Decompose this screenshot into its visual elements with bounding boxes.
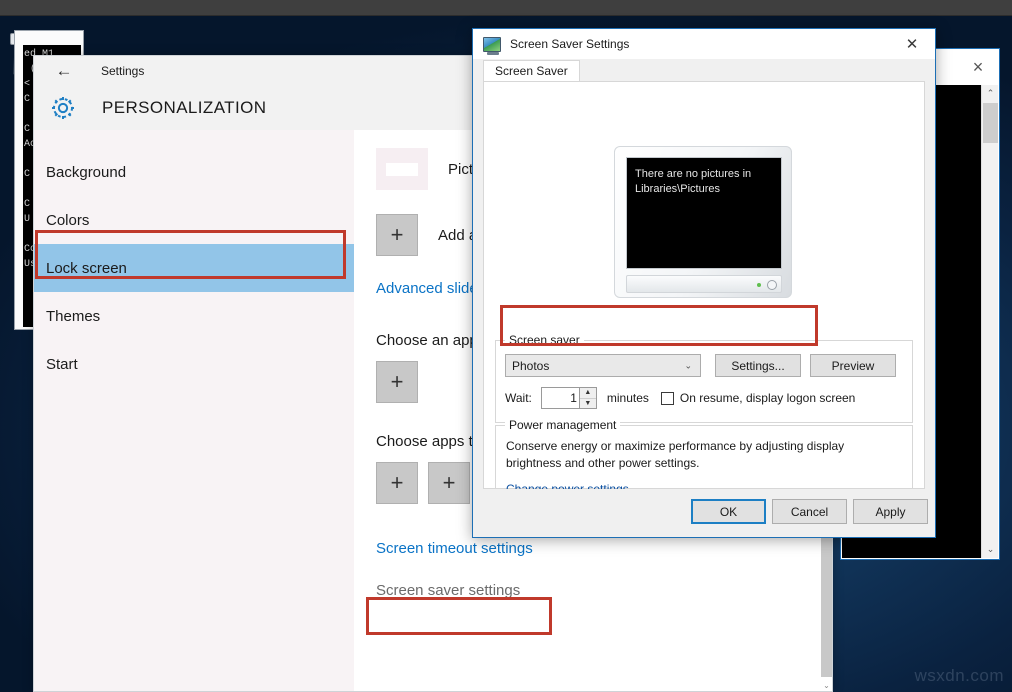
screen-saver-settings-dialog: Screen Saver Settings ✕ Screen Saver The…	[472, 28, 936, 538]
top-system-bar	[0, 0, 1012, 16]
dialog-tabstrip: Screen Saver	[473, 59, 935, 81]
scroll-down-icon[interactable]: ⌄	[821, 677, 832, 692]
stepper-buttons[interactable]: ▲ ▼	[579, 388, 596, 408]
settings-button[interactable]: Settings...	[715, 354, 801, 377]
screen-saver-selected-value: Photos	[512, 359, 549, 373]
choose-apps-tile-2[interactable]: +	[428, 462, 470, 504]
apply-button[interactable]: Apply	[853, 499, 928, 524]
screen-saver-dropdown[interactable]: Photos ⌄	[505, 354, 701, 377]
on-resume-checkbox[interactable]	[661, 392, 674, 405]
sidebar-item-label: Colors	[46, 212, 89, 229]
dialog-title: Screen Saver Settings	[510, 37, 629, 51]
wait-value: 1	[570, 391, 577, 405]
scroll-down-icon[interactable]: ⌄	[982, 541, 999, 558]
sidebar-item-label: Start	[46, 356, 78, 373]
close-icon[interactable]: ×	[967, 56, 989, 78]
chevron-down-icon: ⌄	[684, 360, 692, 371]
sidebar-item-background[interactable]: Background	[34, 148, 354, 196]
preview-button[interactable]: Preview	[810, 354, 896, 377]
dialog-tabpage: There are no pictures in Libraries\Pictu…	[483, 81, 925, 489]
wait-minutes-stepper[interactable]: 1 ▲ ▼	[541, 387, 597, 409]
add-picture-button[interactable]: +	[376, 214, 418, 256]
gear-icon	[48, 93, 78, 123]
back-arrow-icon[interactable]: ←	[51, 60, 77, 82]
preview-message: There are no pictures in Libraries\Pictu…	[626, 157, 782, 269]
screen-saver-settings-link[interactable]: Screen saver settings	[376, 582, 520, 599]
page-title: PERSONALIZATION	[102, 98, 266, 118]
plus-icon: +	[391, 369, 404, 395]
ok-button[interactable]: OK	[691, 499, 766, 524]
advanced-slideshow-link[interactable]: Advanced slide	[376, 280, 478, 297]
picture-thumbnail[interactable]	[376, 148, 428, 190]
choose-apps-tile-1[interactable]: +	[376, 462, 418, 504]
plus-icon: +	[391, 222, 404, 248]
screen-saver-preview-monitor: There are no pictures in Libraries\Pictu…	[614, 146, 792, 298]
monitor-icon	[483, 37, 501, 52]
right-window-scrollbar[interactable]: ⌃ ⌄	[981, 85, 998, 558]
screen-root: ed M1 ( < C C Ac C C U Co Us × ⌃ ⌄ ← Set…	[0, 0, 1012, 692]
plus-icon: +	[443, 470, 456, 496]
sidebar-item-label: Lock screen	[46, 260, 127, 277]
plus-icon: +	[391, 470, 404, 496]
on-resume-label: On resume, display logon screen	[680, 391, 855, 405]
power-group-title: Power management	[505, 418, 620, 432]
stepper-down-icon[interactable]: ▼	[580, 399, 596, 409]
dialog-footer: OK Cancel Apply	[473, 489, 935, 537]
stepper-up-icon[interactable]: ▲	[580, 388, 596, 399]
power-led-icon	[757, 283, 761, 287]
screen-timeout-settings-link[interactable]: Screen timeout settings	[376, 540, 533, 557]
power-button-icon	[767, 280, 777, 290]
sidebar-item-themes[interactable]: Themes	[34, 292, 354, 340]
sidebar-item-label: Background	[46, 164, 126, 181]
scrollbar-thumb[interactable]	[983, 103, 998, 143]
choose-app-tile[interactable]: +	[376, 361, 418, 403]
sidebar-item-label: Themes	[46, 308, 100, 325]
cancel-button[interactable]: Cancel	[772, 499, 847, 524]
scroll-up-icon[interactable]: ⌃	[982, 85, 999, 102]
tab-screen-saver[interactable]: Screen Saver	[483, 60, 580, 82]
wait-row: Wait: 1 ▲ ▼ minutes On resume, display l…	[505, 387, 855, 409]
power-description: Conserve energy or maximize performance …	[506, 438, 896, 472]
sidebar-item-colors[interactable]: Colors	[34, 196, 354, 244]
screen-saver-group-title: Screen saver	[505, 333, 584, 347]
settings-window-title: Settings	[101, 64, 144, 78]
thumbnail-inner	[386, 163, 418, 176]
screen-saver-groupbox: Screen saver	[495, 340, 913, 423]
dialog-titlebar: Screen Saver Settings ✕	[473, 29, 935, 59]
wait-label: Wait:	[505, 391, 532, 405]
sidebar-item-lock-screen[interactable]: Lock screen	[34, 244, 354, 292]
close-icon[interactable]: ✕	[889, 29, 935, 59]
sidebar-item-start[interactable]: Start	[34, 340, 354, 388]
site-watermark: wsxdn.com	[914, 666, 1004, 686]
minutes-label: minutes	[607, 391, 649, 405]
settings-sidebar: Background Colors Lock screen Themes Sta…	[34, 130, 354, 692]
